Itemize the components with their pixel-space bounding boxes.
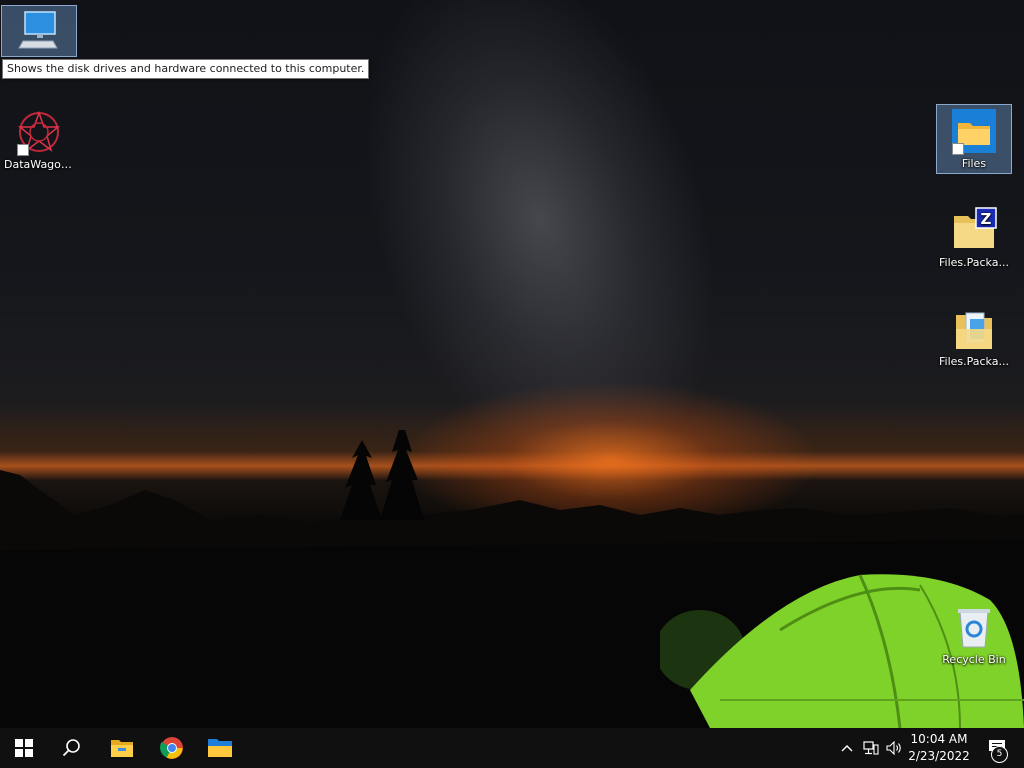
desktop-icon-datawagon[interactable]: DataWagon...: [1, 105, 77, 173]
desktop[interactable]: Shows the disk drives and hardware conne…: [0, 0, 1024, 728]
start-button[interactable]: [0, 728, 48, 768]
zip-archive-folder-icon: Z: [950, 206, 998, 254]
chrome-icon: [160, 737, 183, 759]
windows-start-icon: [15, 739, 33, 757]
notification-count-badge: 5: [991, 746, 1008, 763]
tooltip: Shows the disk drives and hardware conne…: [2, 59, 370, 79]
taskbar-chrome[interactable]: [148, 728, 196, 768]
recycle-bin-icon: [950, 603, 998, 651]
folder-icon: [950, 107, 998, 155]
show-hidden-icons-button[interactable]: [838, 728, 856, 768]
file-explorer-icon: [111, 740, 133, 757]
desktop-icon-files-package[interactable]: Files.Packa...: [936, 302, 1012, 370]
taskbar-files-app[interactable]: [196, 728, 244, 768]
search-button[interactable]: [48, 728, 96, 768]
desktop-icon-files[interactable]: Files: [936, 104, 1012, 174]
action-center-button[interactable]: 5: [978, 728, 1018, 768]
clock-time: 10:04 AM: [910, 732, 968, 746]
files-app-icon: [208, 739, 232, 757]
taskbar: 10:04 AM 2/23/2022 5: [0, 728, 1024, 768]
svg-text:Z: Z: [981, 210, 992, 228]
clock-date: 2/23/2022: [908, 749, 970, 763]
search-icon: [62, 739, 80, 757]
network-icon: [863, 741, 879, 755]
computer-monitor-icon: [17, 8, 61, 52]
speaker-icon: [886, 741, 901, 755]
datawagon-icon: [15, 108, 63, 156]
desktop-icon-this-pc[interactable]: [1, 5, 77, 57]
desktop-icon-files-package-zip[interactable]: Z Files.Packa...: [936, 203, 1012, 271]
chevron-up-icon: [841, 745, 853, 752]
volume-button[interactable]: [884, 728, 906, 768]
desktop-icon-recycle-bin[interactable]: Recycle Bin: [936, 600, 1012, 668]
shortcut-arrow-icon: [952, 143, 964, 155]
taskbar-file-explorer[interactable]: [98, 728, 146, 768]
shortcut-arrow-icon: [17, 144, 29, 156]
package-folder-icon: [950, 305, 998, 353]
taskbar-clock[interactable]: 10:04 AM 2/23/2022: [904, 731, 974, 765]
network-button[interactable]: [860, 728, 882, 768]
